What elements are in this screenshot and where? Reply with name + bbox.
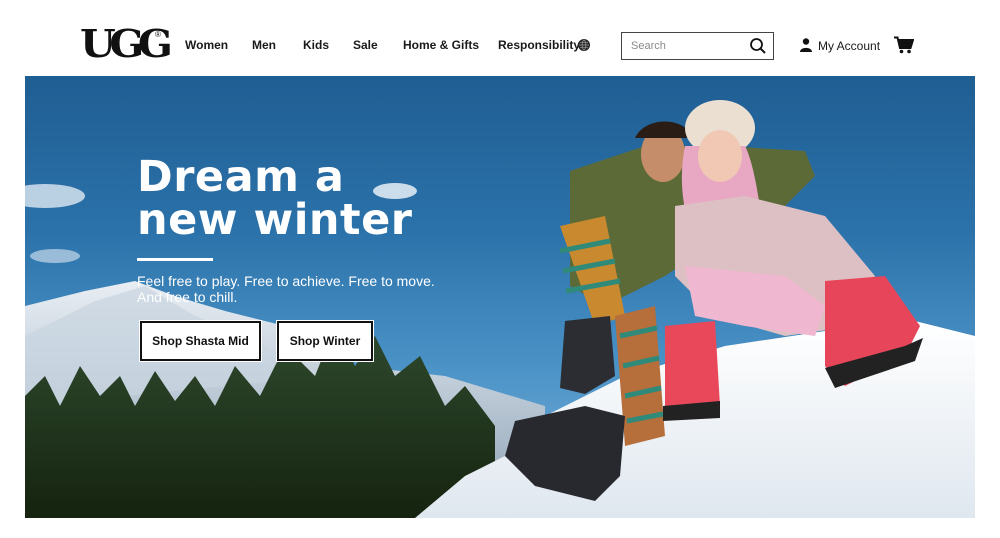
headline-line-2: new winter [137,195,413,245]
nav-item-kids[interactable]: Kids [303,38,329,52]
logo-text: UGG [80,21,173,66]
user-icon [800,38,812,52]
hero-banner: Dream a new winter Feel free to play. Fr… [25,76,975,518]
ugg-logo[interactable]: UGG [80,24,173,64]
globe-icon [578,39,590,51]
nav-item-men[interactable]: Men [252,38,276,52]
search-input[interactable] [622,33,747,59]
my-account-label: My Account [818,39,881,53]
nav-item-women[interactable]: Women [185,38,228,52]
nav-item-sale[interactable]: Sale [353,38,378,52]
search-box [621,32,774,60]
cart-icon[interactable] [894,36,915,54]
nav-item-responsibility[interactable]: Responsibility [498,38,580,52]
shop-shasta-mid-button[interactable]: Shop Shasta Mid [139,320,262,362]
site-header: UGG ® Women Men Kids Sale Home & Gifts R… [0,0,1000,76]
search-icon[interactable] [749,37,767,55]
hero-subtext: Feel free to play. Free to achieve. Free… [137,273,435,305]
registered-mark: ® [155,30,161,39]
shop-winter-button[interactable]: Shop Winter [276,320,374,362]
hero-headline: Dream a new winter [137,156,457,242]
nav-item-home-gifts[interactable]: Home & Gifts [403,38,479,52]
headline-divider [137,258,213,261]
